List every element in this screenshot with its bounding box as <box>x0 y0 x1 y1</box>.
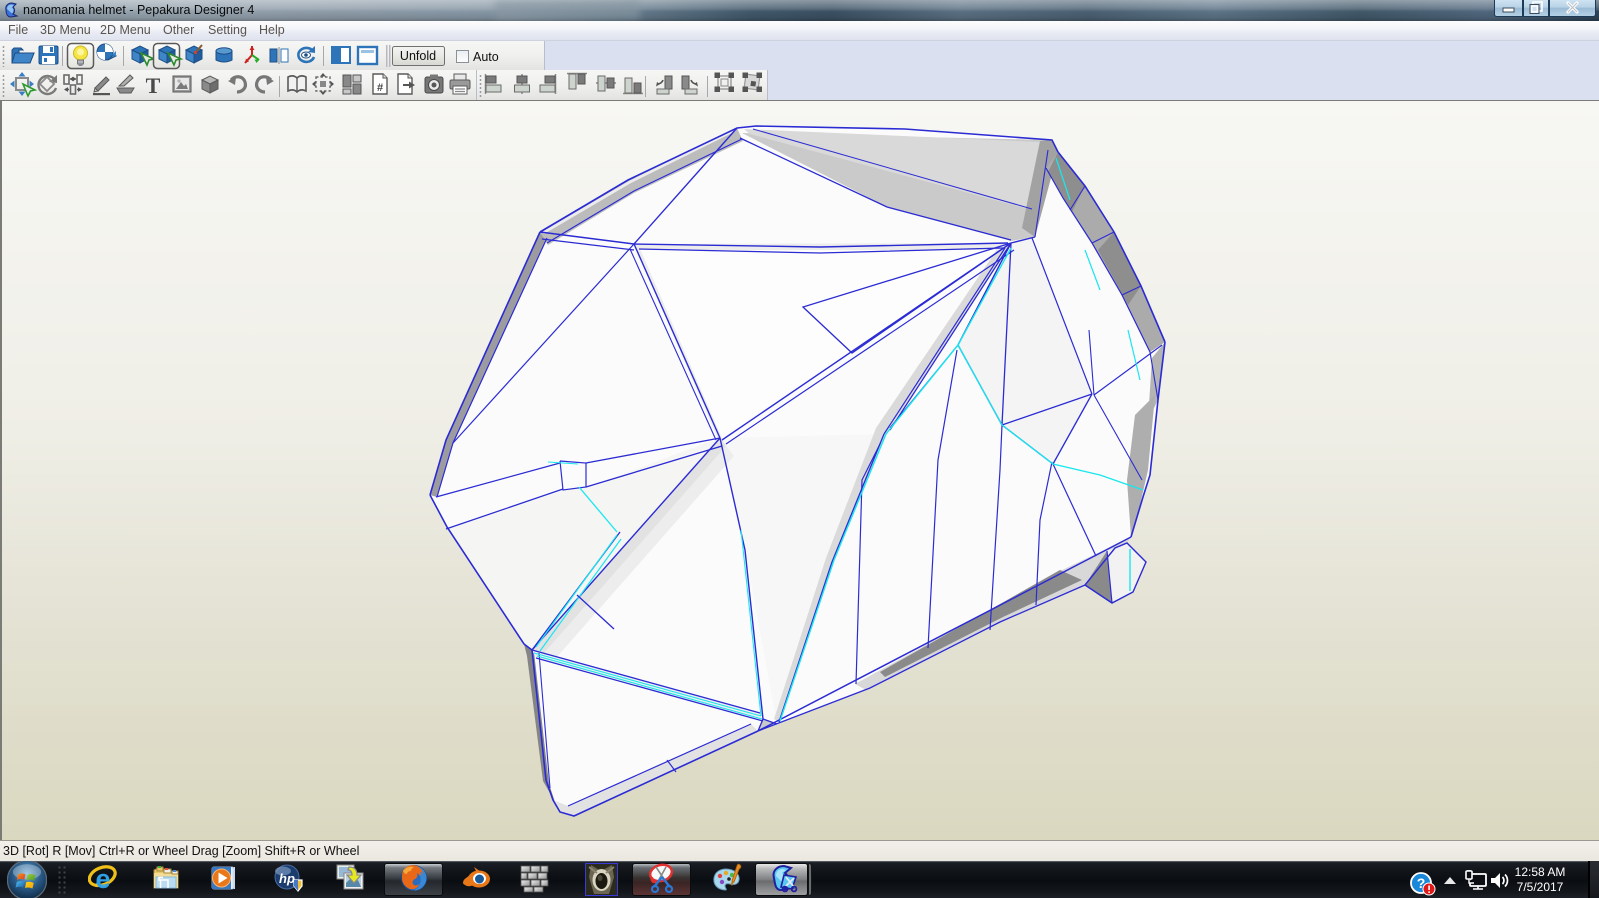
svg-text:e: e <box>95 864 110 894</box>
svg-text:Unfold: Unfold <box>400 49 436 63</box>
svg-text:T: T <box>146 73 161 98</box>
svg-text:hp: hp <box>279 871 295 886</box>
svg-text:Auto: Auto <box>473 50 499 64</box>
svg-text:#: # <box>377 82 383 94</box>
